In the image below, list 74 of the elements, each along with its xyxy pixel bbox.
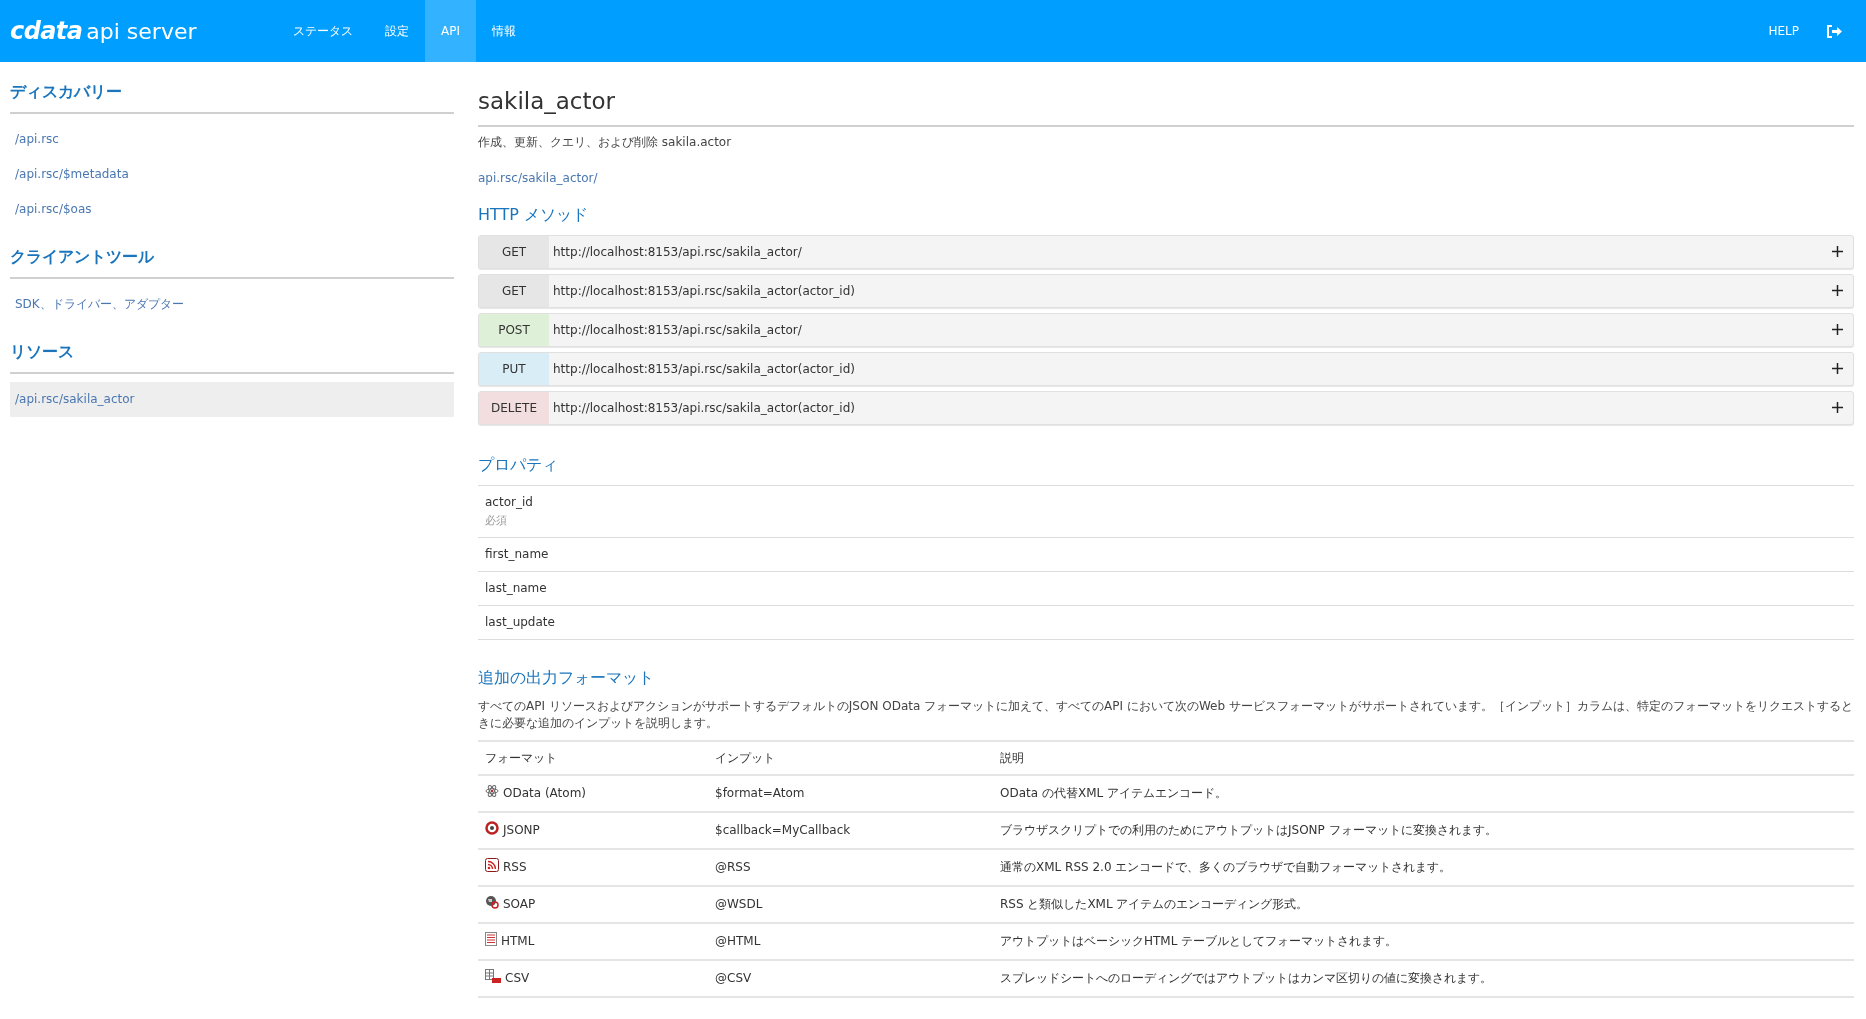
method-row[interactable]: POST http://localhost:8153/api.rsc/sakila_actor/ <box>478 312 1854 347</box>
endpoint-url: http://localhost:8153/api.rsc/sakila_actor/ <box>553 321 802 339</box>
section-heading: プロパティ <box>478 453 559 476</box>
section-heading: 追加の出力フォーマット <box>478 666 655 689</box>
format-description: OData の代替XML アイテムエンコード。 <box>1000 786 1227 800</box>
format-name: HTML <box>501 933 535 950</box>
method-badge: DELETE <box>479 391 549 424</box>
globe-icon <box>485 895 499 909</box>
format-name: SOAP <box>503 896 536 913</box>
format-description: ブラウザスクリプトでの利用のためにアウトプットはJSONP フォーマットに変換されます。 <box>1000 823 1497 837</box>
input-value: @WSDL <box>715 897 763 911</box>
method-badge: PUT <box>479 352 549 385</box>
nav-tab[interactable]: 設定 <box>369 0 425 62</box>
section-heading: HTTP メソッド <box>478 203 590 226</box>
format-name: OData (Atom) <box>503 785 586 802</box>
column-header: フォーマット <box>478 740 708 775</box>
atom-icon <box>485 784 499 798</box>
format-description: 通常のXML RSS 2.0 エンコードで、多くのブラウザで自動フォーマットされます。 <box>1000 860 1452 874</box>
expand-icon[interactable] <box>1832 246 1843 257</box>
method-row[interactable]: DELETE http://localhost:8153/api.rsc/sakila_actor(actor_id) <box>478 390 1854 425</box>
input-value: $callback=MyCallback <box>715 823 851 837</box>
method-row[interactable]: PUT http://localhost:8153/api.rsc/sakila_actor(actor_id) <box>478 351 1854 386</box>
logo-brand: cdata <box>10 19 83 43</box>
nav-tab[interactable]: 情報 <box>476 0 532 62</box>
endpoint-url: http://localhost:8153/api.rsc/sakila_actor(actor_id) <box>553 282 855 300</box>
spreadsheet-icon <box>485 969 501 983</box>
format-name: JSONP <box>503 822 540 839</box>
input-value: @HTML <box>715 934 761 948</box>
sidebar-link[interactable]: /api.rsc/$metadata <box>10 157 454 192</box>
method-badge: GET <box>479 274 549 307</box>
sidebar-link[interactable]: /api.rsc/sakila_actor <box>10 382 454 417</box>
property-name: first_name <box>485 546 550 563</box>
property-name: last_name <box>485 580 548 597</box>
format-description: アウトプットはベーシックHTML テーブルとしてフォーマットされます。 <box>1000 934 1398 948</box>
section-heading: クライアントツール <box>10 246 155 268</box>
format-description: RSS と類似したXML アイテムのエンコーディング形式。 <box>1000 897 1309 911</box>
ring-icon <box>485 821 499 835</box>
endpoint-url: http://localhost:8153/api.rsc/sakila_actor(actor_id) <box>553 360 855 378</box>
endpoint-url: http://localhost:8153/api.rsc/sakila_actor/ <box>553 243 802 261</box>
resource-link[interactable]: api.rsc/sakila_actor/ <box>478 170 598 185</box>
method-badge: GET <box>479 235 549 268</box>
format-name: CSV <box>505 970 530 987</box>
input-value: $format=Atom <box>715 786 805 800</box>
nav-tab[interactable]: ステータス <box>277 0 369 62</box>
logo-product: api server <box>86 21 197 43</box>
endpoint-url: http://localhost:8153/api.rsc/sakila_actor(actor_id) <box>553 399 855 417</box>
resource-description: 作成、更新、クエリ、および削除 sakila.actor <box>478 133 733 151</box>
method-row[interactable]: GET http://localhost:8153/api.rsc/sakila_actor/ <box>478 234 1854 269</box>
sidebar-link[interactable]: /api.rsc/$oas <box>10 192 454 227</box>
help-link[interactable]: HELP <box>1768 22 1799 40</box>
required-note: 必須 <box>485 512 508 529</box>
format-name: RSS <box>503 859 527 876</box>
property-name: last_update <box>485 614 556 631</box>
formats-description: すべてのAPI リソースおよびアクションがサポートするデフォルトのJSON OData フォーマットに加えて、すべてのAPI において次のWeb サービスフォーマットがサポートされています。［インプット］カラムは、特定のフォーマットをリクエストするときに必要な追加のインプットを説明します。 <box>478 697 1854 732</box>
expand-icon[interactable] <box>1832 402 1843 413</box>
section-heading: リソース <box>10 341 75 363</box>
document-icon <box>485 932 497 946</box>
method-badge: POST <box>479 313 549 346</box>
format-description: スプレッドシートへのローディングではアウトプットはカンマ区切りの値に変換されます。 <box>1000 971 1492 985</box>
sidebar-link[interactable]: /api.rsc <box>10 122 454 157</box>
page-title: sakila_actor <box>478 87 617 116</box>
input-value: @CSV <box>715 971 752 985</box>
input-value: @RSS <box>715 860 751 874</box>
sidebar-link[interactable]: SDK、ドライバー、アダプター <box>10 287 454 322</box>
expand-icon[interactable] <box>1832 324 1843 335</box>
section-heading: ディスカバリー <box>10 81 123 103</box>
expand-icon[interactable] <box>1832 363 1843 374</box>
column-header: インプット <box>708 740 993 775</box>
method-row[interactable]: GET http://localhost:8153/api.rsc/sakila_actor(actor_id) <box>478 273 1854 308</box>
logout-icon[interactable] <box>1827 24 1842 38</box>
column-header: 説明 <box>993 740 1854 775</box>
property-name: actor_id <box>485 493 534 511</box>
expand-icon[interactable] <box>1832 285 1843 296</box>
rss-icon <box>485 858 499 872</box>
